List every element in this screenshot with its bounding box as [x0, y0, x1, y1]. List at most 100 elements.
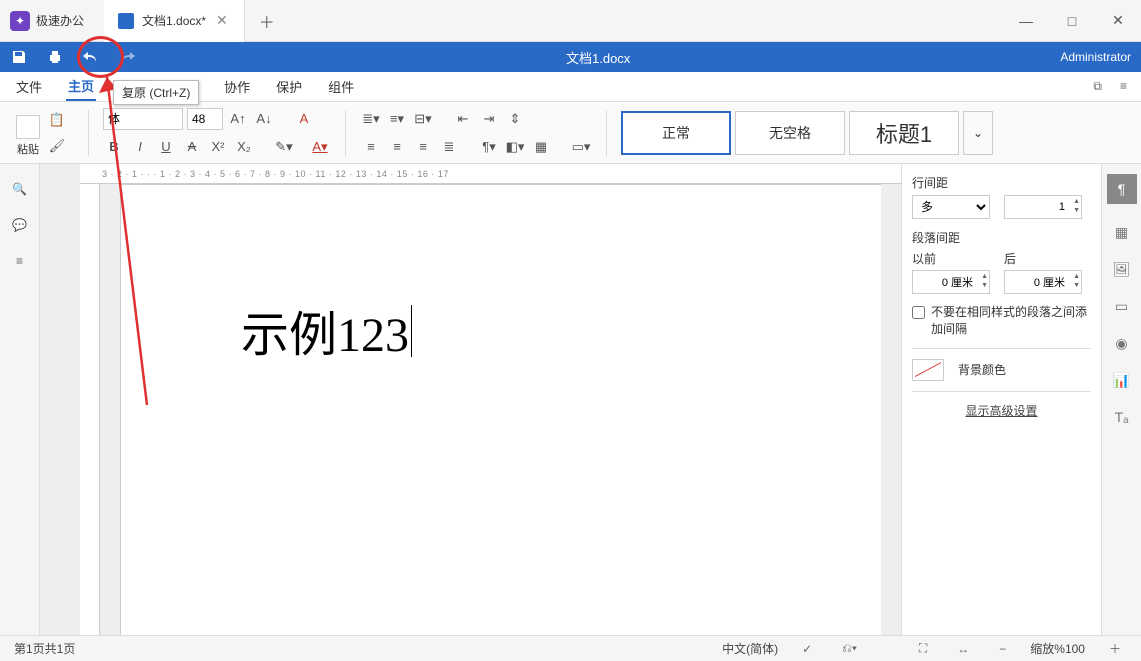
- style-heading-1[interactable]: 标题1: [849, 111, 959, 155]
- strike-button[interactable]: A: [181, 136, 203, 158]
- menu-plugins[interactable]: 组件: [326, 73, 356, 100]
- styles-expand-button[interactable]: ⌄: [963, 111, 993, 155]
- highlight-button[interactable]: ✎▾: [273, 136, 295, 158]
- print-icon[interactable]: [46, 48, 64, 66]
- merge-icon[interactable]: ▦: [530, 136, 552, 158]
- line-spacing-type[interactable]: 多: [912, 195, 990, 219]
- right-rail: ¶ ▦ 🖼 ▭ ◉ 📊 Tₐ: [1101, 164, 1141, 635]
- bg-color-swatch[interactable]: [912, 359, 944, 381]
- spacing-before-input[interactable]: [912, 270, 990, 294]
- underline-button[interactable]: U: [155, 136, 177, 158]
- font-size-select[interactable]: [187, 108, 223, 130]
- menu-protect[interactable]: 保护: [274, 73, 304, 100]
- paragraph-panel-icon[interactable]: ¶: [1107, 174, 1137, 204]
- copy-icon[interactable]: 📋: [46, 109, 68, 131]
- paste-label: 粘贴: [17, 141, 39, 157]
- show-advanced-link[interactable]: 显示高级设置: [912, 402, 1091, 419]
- align-right-icon[interactable]: ≡: [412, 136, 434, 158]
- bg-color-label: 背景颜色: [958, 361, 1006, 378]
- subscript-button[interactable]: X₂: [233, 136, 255, 158]
- line-spacing-icon[interactable]: ⇕: [504, 108, 526, 130]
- multilevel-list-icon[interactable]: ⊟▾: [412, 108, 434, 130]
- format-painter-icon[interactable]: 🖌: [46, 135, 68, 157]
- zoom-level[interactable]: 缩放%100: [1030, 640, 1085, 657]
- page-scroll[interactable]: 示例123: [120, 184, 881, 635]
- maximize-button[interactable]: □: [1049, 0, 1095, 42]
- no-space-same-style-label: 不要在相同样式的段落之间添加间隔: [931, 304, 1091, 338]
- new-tab-button[interactable]: ＋: [245, 9, 289, 33]
- find-icon[interactable]: 🔍: [12, 182, 27, 196]
- text-cursor: [411, 305, 412, 357]
- image-panel-icon[interactable]: 🖼: [1113, 261, 1131, 278]
- align-left-icon[interactable]: ≡: [360, 136, 382, 158]
- redo-icon[interactable]: [118, 48, 136, 66]
- paste-button[interactable]: 粘贴: [16, 115, 40, 157]
- bullet-list-icon[interactable]: ≣▾: [360, 108, 382, 130]
- document-title: 文档1.docx: [136, 48, 1060, 67]
- italic-button[interactable]: I: [129, 136, 151, 158]
- increase-font-icon[interactable]: A↑: [227, 108, 249, 130]
- insert-object-icon[interactable]: ▭▾: [570, 136, 592, 158]
- para-spacing-label: 段落间距: [912, 229, 1091, 246]
- change-case-icon[interactable]: A: [293, 108, 315, 130]
- zoom-out-icon[interactable]: −: [993, 642, 1012, 656]
- number-list-icon[interactable]: ≡▾: [386, 108, 408, 130]
- spellcheck-icon[interactable]: ✓: [796, 642, 818, 656]
- bold-button[interactable]: B: [103, 136, 125, 158]
- user-label[interactable]: Administrator: [1060, 50, 1131, 64]
- document-tab[interactable]: 文档1.docx* ✕: [104, 0, 245, 42]
- align-center-icon[interactable]: ≡: [386, 136, 408, 158]
- menu-collab[interactable]: 协作: [222, 73, 252, 100]
- paste-icon: [16, 115, 40, 139]
- justify-icon[interactable]: ≣: [438, 136, 460, 158]
- style-no-spacing[interactable]: 无空格: [735, 111, 845, 155]
- fit-page-icon[interactable]: ⛶: [913, 641, 933, 656]
- menu-file[interactable]: 文件: [14, 73, 44, 100]
- horizontal-ruler[interactable]: 3 · 2 · 1 · · · 1 · 2 · 3 · 4 · 5 · 6 · …: [80, 164, 901, 184]
- textart-panel-icon[interactable]: Tₐ: [1115, 409, 1129, 425]
- pilcrow-icon[interactable]: ¶▾: [478, 136, 500, 158]
- vertical-ruler[interactable]: [80, 184, 100, 635]
- zoom-in-icon[interactable]: ＋: [1103, 640, 1127, 657]
- superscript-button[interactable]: X²: [207, 136, 229, 158]
- font-group: A↑ A↓ A B I U A X² X₂ ✎▾ A▾: [103, 108, 331, 158]
- language-indicator[interactable]: 中文(简体): [722, 640, 778, 657]
- paragraph-properties-panel: 行间距 多 ▲▼ 段落间距 以前 ▲▼ 后 ▲▼ 不要在相同样式的段落之间添加间…: [901, 164, 1101, 635]
- no-space-same-style-checkbox[interactable]: [912, 306, 925, 319]
- workspace: 🔍 💬 ≡ 3 · 2 · 1 · · · 1 · 2 · 3 · 4 · 5 …: [0, 164, 1141, 635]
- decrease-font-icon[interactable]: A↓: [253, 108, 275, 130]
- document-area: 3 · 2 · 1 · · · 1 · 2 · 3 · 4 · 5 · 6 · …: [40, 164, 901, 635]
- undo-icon[interactable]: [82, 48, 100, 66]
- track-changes-icon[interactable]: ⎌▾: [836, 641, 863, 656]
- doc-icon: [118, 13, 134, 29]
- quick-access-bar: 文档1.docx Administrator: [0, 42, 1141, 72]
- shading-icon[interactable]: ◧▾: [504, 136, 526, 158]
- line-spacing-label: 行间距: [912, 174, 1091, 191]
- save-icon[interactable]: [10, 48, 28, 66]
- styles-group: 正常 无空格 标题1 ⌄: [621, 111, 993, 155]
- font-color-button[interactable]: A▾: [309, 136, 331, 158]
- comments-icon[interactable]: 💬: [12, 218, 27, 232]
- menu-home[interactable]: 主页: [66, 72, 96, 101]
- menu-more-icon[interactable]: ≡: [1120, 79, 1127, 94]
- spacing-after-input[interactable]: [1004, 270, 1082, 294]
- close-window-button[interactable]: ✕: [1095, 0, 1141, 42]
- header-panel-icon[interactable]: ▭: [1115, 298, 1128, 315]
- line-spacing-value[interactable]: [1004, 195, 1082, 219]
- fit-width-icon[interactable]: ↔: [951, 642, 975, 656]
- open-file-icon[interactable]: ⧉: [1093, 79, 1102, 94]
- inc-indent-icon[interactable]: ⇥: [478, 108, 500, 130]
- minimize-button[interactable]: —: [1003, 0, 1049, 42]
- chart-panel-icon[interactable]: 📊: [1113, 372, 1130, 389]
- table-panel-icon[interactable]: ▦: [1115, 224, 1128, 241]
- style-normal[interactable]: 正常: [621, 111, 731, 155]
- window-controls: — □ ✕: [1003, 0, 1141, 42]
- font-name-select[interactable]: [103, 108, 183, 130]
- page-indicator[interactable]: 第1页共1页: [14, 640, 75, 657]
- close-tab-icon[interactable]: ✕: [214, 12, 230, 29]
- dec-indent-icon[interactable]: ⇤: [452, 108, 474, 130]
- shape-panel-icon[interactable]: ◉: [1115, 335, 1127, 352]
- app-logo-icon: ✦: [10, 11, 30, 31]
- headings-icon[interactable]: ≡: [16, 254, 23, 268]
- document-page[interactable]: 示例123: [120, 184, 881, 635]
